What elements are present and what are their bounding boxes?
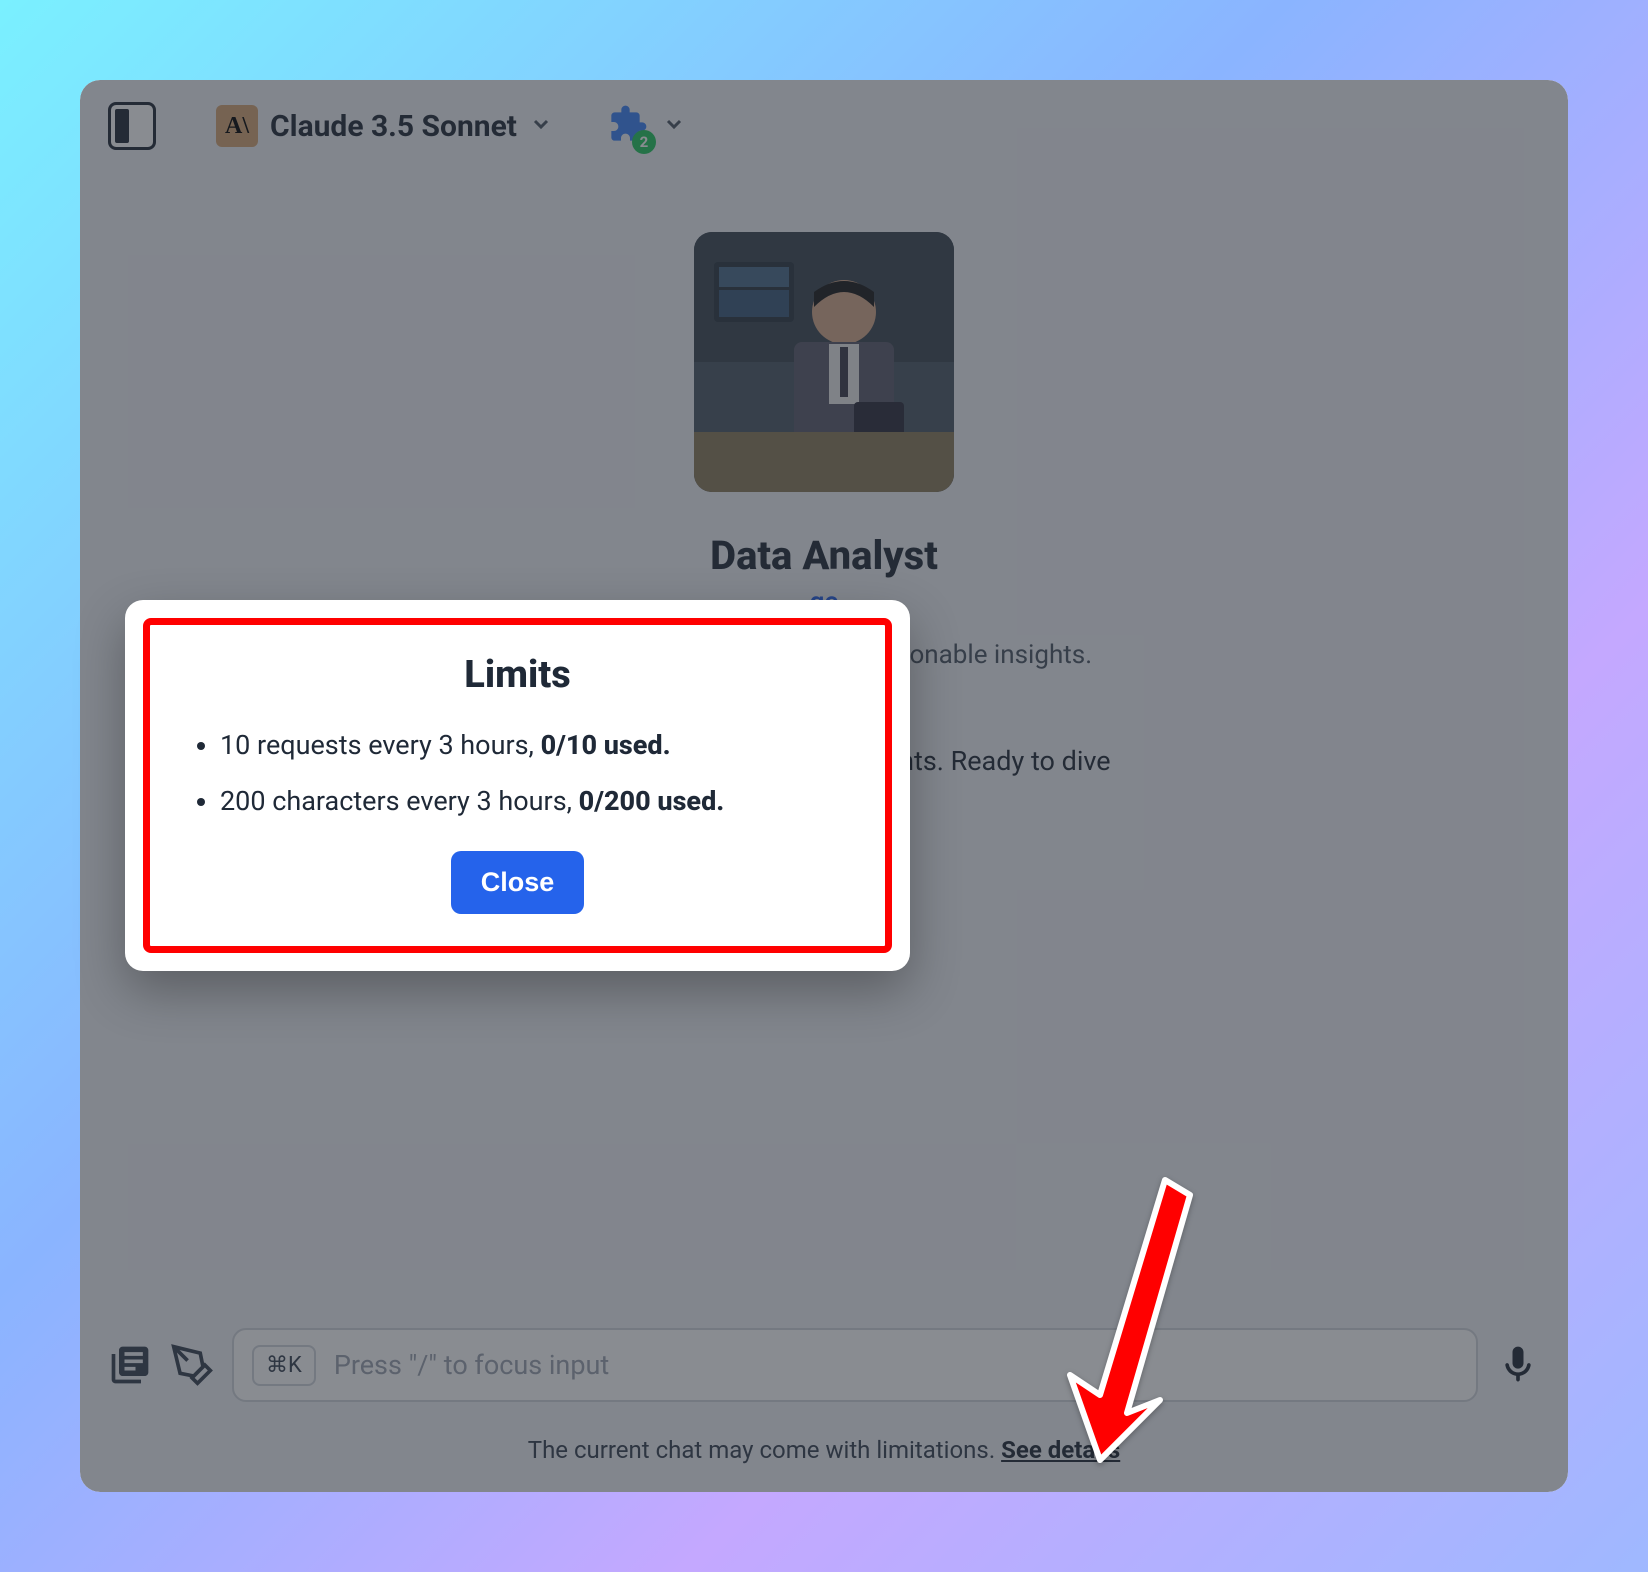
close-button[interactable]: Close <box>451 851 585 914</box>
limit-item-characters: 200 characters every 3 hours, 0/200 used… <box>220 783 847 821</box>
limit-item-requests: 10 requests every 3 hours, 0/10 used. <box>220 727 847 765</box>
limits-modal: Limits 10 requests every 3 hours, 0/10 u… <box>125 600 910 971</box>
modal-title: Limits <box>188 653 847 697</box>
limits-list: 10 requests every 3 hours, 0/10 used. 20… <box>188 727 847 821</box>
